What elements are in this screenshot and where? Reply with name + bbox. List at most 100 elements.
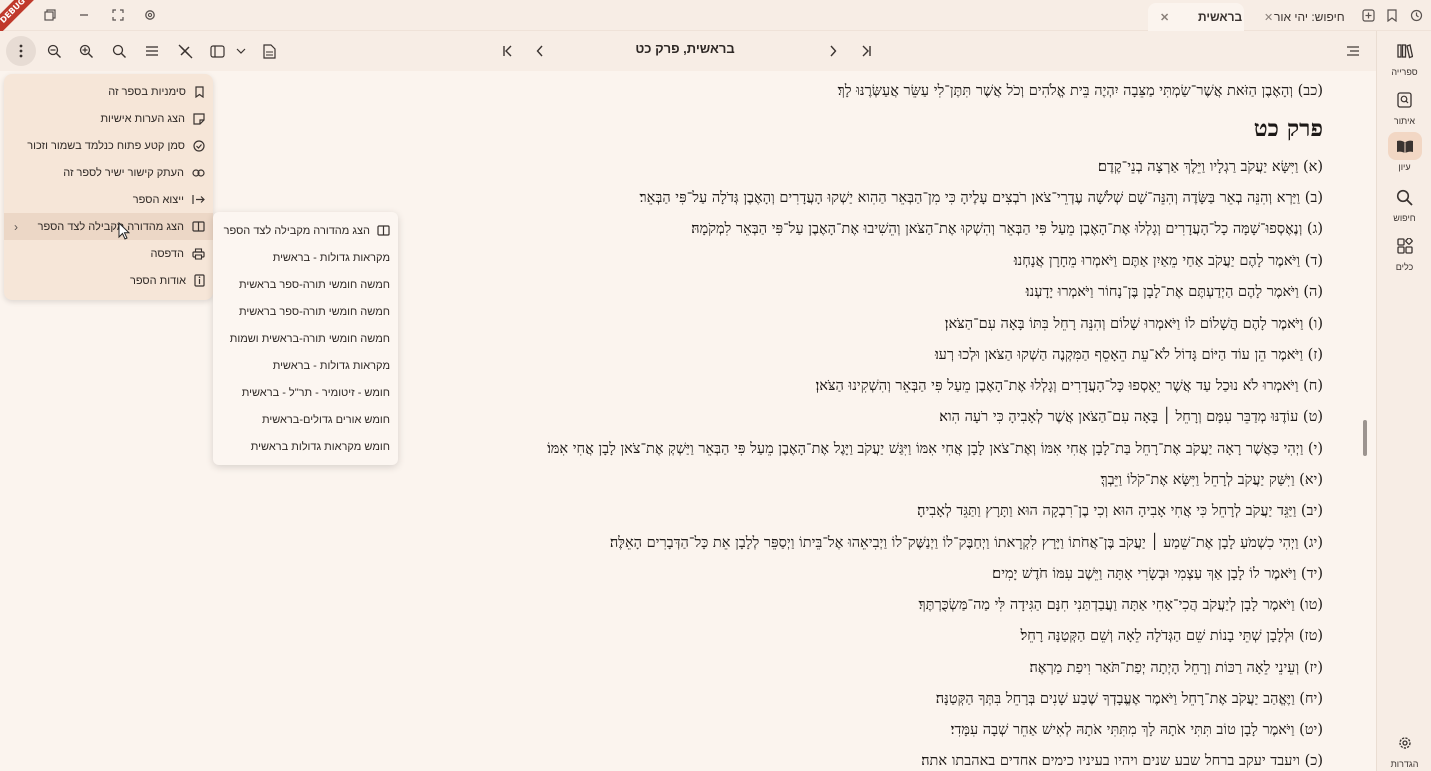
submenu-item-edition[interactable]: חומש מקראות גדולות בראשית [251, 433, 390, 460]
submenu-item-edition[interactable]: חמשה חומשי תורה-ספר בראשית [239, 271, 390, 298]
first-chapter-button[interactable] [853, 38, 879, 64]
sidebar-item-find-ref[interactable]: איתור [1381, 86, 1428, 134]
more-vert-icon [19, 44, 23, 58]
submenu-item-edition[interactable]: מקראות גדולות - בראשית [273, 352, 390, 379]
mouse-cursor-icon [118, 222, 130, 240]
add-tab-icon [1361, 8, 1375, 22]
prev-chapter-button[interactable] [820, 38, 846, 64]
export-icon [192, 195, 205, 204]
menu-item-about[interactable]: אודות הספר [4, 267, 213, 294]
menu-item-export[interactable]: ייצוא הספר [4, 186, 213, 213]
find-ref-icon [1388, 86, 1422, 114]
menu-item-parallel-edition[interactable]: › הצג מהדורה מקבילה לצד הספר [4, 213, 213, 240]
verse-text: (כ) ויעבד יעקב ברחל שבע שנים ויהיו בעיני… [921, 753, 1323, 769]
settings-button[interactable] [138, 4, 162, 26]
menu-item-bookmarks[interactable]: סימניות בספר זה [4, 78, 213, 105]
verse-text: (ד) וַיֹּאמֶר לָהֶם יַעֲקֹב אַחַי מֵאַיִ… [1013, 253, 1323, 269]
search-icon [1388, 183, 1422, 211]
close-icon[interactable]: ✕ [1160, 11, 1169, 24]
toc-toggle-button[interactable] [1340, 38, 1366, 64]
menu-item-mark-learned[interactable]: סמן קטע פתוח כנלמד בשמור וזכור [4, 132, 213, 159]
book-options-menu: סימניות בספר זה הצג הערות אישיות סמן קטע… [4, 74, 213, 300]
history-button[interactable] [1404, 4, 1428, 26]
pdf-button[interactable] [256, 38, 282, 64]
restore-window-button[interactable] [38, 4, 62, 26]
search-icon [112, 44, 126, 58]
title-bar: DEBUG ✕ חיפוש: יהי אור ✕ בראשית [0, 0, 1431, 38]
verse-text: (ב) וַיַּרְא וְהִנֵּה בְאֵר בַּשָּׂדֶה ו… [639, 190, 1323, 206]
verse-text: (א) וַיִּשָּׂא יַעֲקֹב רַגְלָיו וַיֵּלֶך… [1097, 159, 1323, 175]
new-tab-button[interactable] [1356, 4, 1380, 26]
minimize-icon [80, 14, 88, 16]
chevron-left-icon [536, 45, 543, 57]
note-icon [193, 112, 205, 125]
tab-bereshit[interactable]: ✕ בראשית [1148, 3, 1244, 31]
sidebar-item-library[interactable]: ספרייה [1381, 37, 1428, 85]
chevron-right-icon: › [14, 219, 18, 234]
navigation-sidebar: ספרייה איתור עיון חיפוש כלים הגדרות [1376, 31, 1431, 771]
verse-text: (טו) וַיֹּאמֶר לָבָן לְיַעֲקֹב הֲכִי־אָח… [918, 597, 1324, 613]
chapter-title: בראשית, פרק כט [635, 41, 735, 56]
zoom-in-icon [79, 44, 93, 58]
verse-text: (טז) וּלְלָבָן שְׁתֵּי בָנוֹת שֵׁם הַגְּ… [1020, 628, 1323, 644]
scrollbar-thumb[interactable] [1363, 420, 1367, 456]
submenu-item-edition[interactable]: מקראות גדולות - בראשית [273, 244, 390, 271]
minimize-button[interactable] [72, 4, 96, 26]
sidebar-item-study[interactable]: עיון [1381, 132, 1428, 180]
parallel-book-icon [377, 225, 390, 236]
verse-text: (יז) וְעֵינֵי לֵאָה רַכּוֹת וְרָחֵל הָיְ… [1029, 660, 1323, 676]
verse-text: (ה) וַיֹּאמֶר לָהֶם הַיְדַעְתֶּם אֶת־לָב… [1025, 284, 1323, 300]
print-icon [192, 247, 205, 260]
bookmark-icon [195, 85, 204, 98]
zoom-in-button[interactable] [73, 38, 99, 64]
submenu-item-edition[interactable]: חומש אורים גדולים-בראשית [262, 406, 390, 433]
chevron-down-icon [236, 48, 246, 54]
restore-icon [44, 9, 56, 21]
nikud-off-icon [178, 44, 192, 58]
book-open-icon [1387, 132, 1422, 160]
fullscreen-button[interactable] [106, 4, 130, 26]
menu-item-print[interactable]: הדפסה [4, 240, 213, 267]
toggle-sidepanel-button[interactable] [204, 38, 230, 64]
last-chapter-button[interactable] [495, 38, 521, 64]
sidepanel-dropdown[interactable] [232, 38, 250, 64]
verse-text: (י) וַיְהִי כַּאֲשֶׁר רָאָה יַעֲקֹב אֶת־… [547, 441, 1323, 457]
submenu-item-edition[interactable]: חמשה חומשי תורה-בראשית ושמות [230, 325, 390, 352]
verse-text: (ג) וְנֶאֶסְפוּ־שָׁמָּה כָל־הָעֲדָרִים ו… [691, 221, 1323, 237]
chapter-heading: פרק כט [1253, 115, 1323, 142]
submenu-item-edition[interactable]: חומש - זיטומיר - תר"ל - בראשית [242, 379, 390, 406]
fullscreen-icon [112, 9, 124, 21]
toggle-nikud-button[interactable] [172, 38, 198, 64]
verse-text: (ז) וַיֹּאמֶר הֵן עוֹד הַיּוֹם גָּדוֹל ל… [934, 347, 1323, 363]
link-icon [192, 168, 205, 177]
submenu-item-edition[interactable]: חמשה חומשי תורה-ספר בראשית [239, 298, 390, 325]
gear-icon [145, 10, 155, 20]
zoom-out-button[interactable] [41, 38, 67, 64]
menu-item-copy-link[interactable]: העתק קישור ישיר לספר זה [4, 159, 213, 186]
zoom-out-icon [47, 44, 61, 58]
sidebar-icon [209, 44, 225, 58]
sidebar-item-settings[interactable]: הגדרות [1381, 729, 1428, 771]
menu-item-notes[interactable]: הצג הערות אישיות [4, 105, 213, 132]
skip-start-icon [503, 45, 512, 57]
more-options-button[interactable] [6, 36, 36, 66]
sidebar-item-search[interactable]: חיפוש [1381, 183, 1428, 231]
parallel-edition-submenu: הצג מהדורה מקבילה לצד הספר מקראות גדולות… [213, 212, 398, 465]
verse-text: (יב) וַיַּגֵּד יַעֲקֹב לְרָחֵל כִּי אֲחִ… [917, 503, 1323, 519]
history-icon [1410, 9, 1422, 21]
toc-button[interactable] [139, 38, 165, 64]
tab-search[interactable]: ✕ חיפוש: יהי אור [1258, 3, 1350, 31]
info-icon [194, 274, 205, 287]
search-in-book-button[interactable] [106, 38, 132, 64]
document-icon [262, 43, 276, 59]
verse-text: (יג) וַיְהִי כִשְׁמֹעַ לָבָן אֶת־שֵׁמַע … [609, 535, 1323, 551]
verse-text: (יח) וַיֶּאֱהַב יַעֲקֹב אֶת־רָחֵל וַיֹּא… [935, 691, 1323, 707]
submenu-item-parallel-edition[interactable]: הצג מהדורה מקבילה לצד הספר [224, 217, 390, 244]
sidebar-item-tools[interactable]: כלים [1381, 232, 1428, 280]
gear-icon [1388, 729, 1422, 757]
close-icon[interactable]: ✕ [1264, 11, 1273, 24]
next-chapter-button[interactable] [527, 38, 553, 64]
bookmarks-button[interactable] [1380, 4, 1404, 26]
parallel-book-icon [192, 221, 205, 232]
check-circle-icon [193, 139, 205, 152]
